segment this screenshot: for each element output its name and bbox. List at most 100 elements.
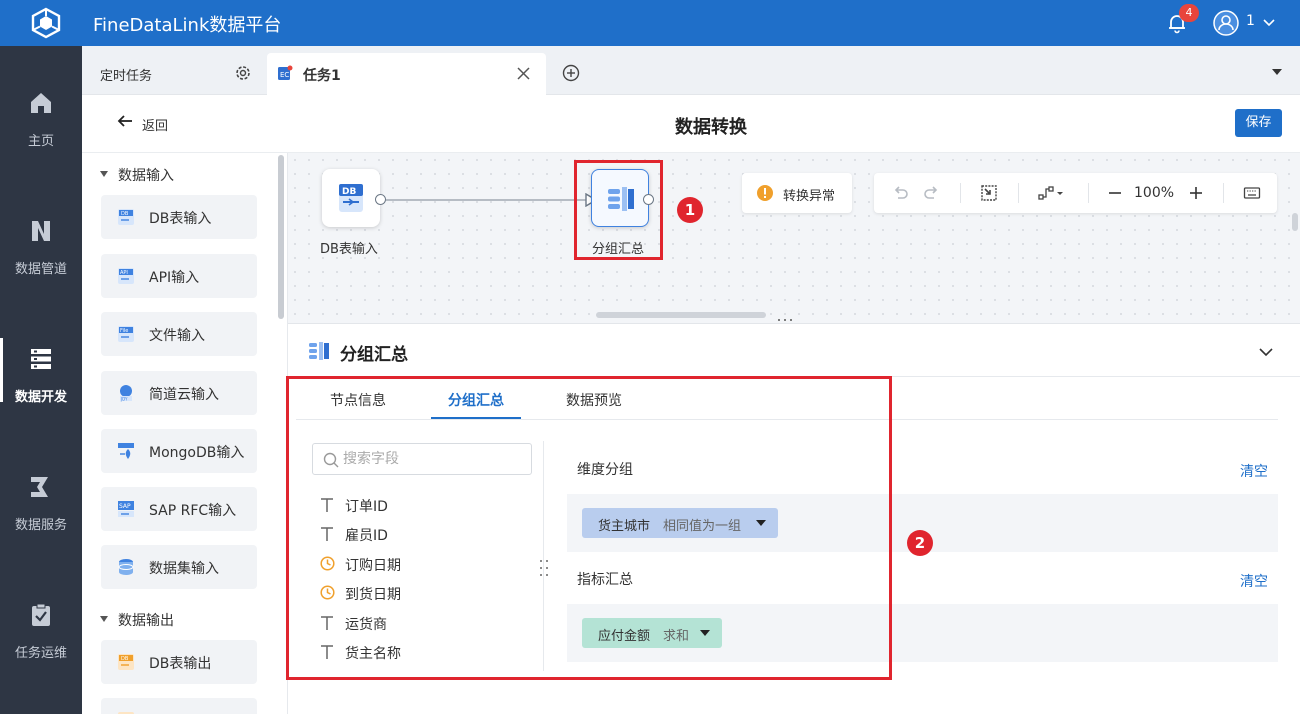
db-input-icon: DB [118, 209, 134, 225]
tab-task1[interactable]: EC 任务1 [267, 53, 546, 95]
palette-item-label: 文件输入 [149, 328, 205, 344]
collapse-triangle-icon [100, 171, 108, 177]
palette-item-label: DB表输出 [149, 656, 212, 672]
palette-item-label: SAP RFC输入 [149, 503, 237, 519]
palette-item-api-input[interactable]: API API输入 [101, 254, 257, 298]
zoom-out-icon[interactable] [1107, 184, 1123, 202]
node-output-port[interactable] [375, 194, 386, 205]
svg-text:EC: EC [280, 71, 289, 79]
side-nav: 主页 数据管道 数据开发 数据服务 任务运维 [0, 46, 82, 714]
canvas-horizontal-scrollbar[interactable] [596, 312, 766, 318]
nav-dev-label: 数据开发 [14, 390, 67, 405]
palette-item-sap-input[interactable]: SAP SAP RFC输入 [101, 487, 257, 531]
sap-input-icon: SAP [118, 501, 134, 517]
nav-home-label: 主页 [27, 134, 54, 149]
db-icon: DB [339, 184, 363, 212]
toolbar-divider [960, 183, 961, 203]
palette-item-label: DB表输入 [149, 211, 212, 227]
metric-clear-button[interactable]: 清空 [1240, 571, 1268, 591]
api-input-icon: API [118, 268, 134, 284]
nav-home[interactable]: 主页 [0, 90, 82, 170]
palette-item-label: 数据集输入 [149, 561, 219, 577]
layout-icon[interactable] [1037, 184, 1065, 202]
group-summary-icon [309, 342, 329, 360]
home-icon [31, 93, 51, 113]
nav-service[interactable]: 数据服务 [0, 474, 82, 554]
dimension-clear-button[interactable]: 清空 [1240, 461, 1268, 481]
nav-ops[interactable]: 任务运维 [0, 602, 82, 682]
tab-dropdown-icon[interactable] [1272, 68, 1282, 76]
chevron-down-icon[interactable] [1262, 16, 1276, 30]
user-name[interactable]: 1 [1246, 13, 1255, 29]
pipeline-icon [32, 221, 50, 241]
user-avatar-icon[interactable] [1213, 10, 1241, 36]
toolbar-divider [1223, 183, 1224, 203]
palette-item-mongodb-input[interactable]: MongoDB输入 [101, 429, 257, 473]
nav-pipeline[interactable]: 数据管道 [0, 218, 82, 298]
highlight-box-2 [286, 376, 892, 680]
zoom-level: 100% [1134, 185, 1175, 201]
palette-item-label: API输入 [149, 270, 200, 286]
flow-canvas[interactable]: DB DB表输入 分组汇总 1 转换异常 100% [288, 153, 1300, 327]
db-output-icon: DB [118, 654, 134, 670]
svg-text:File: File [120, 328, 128, 334]
palette-group-input-label: 数据输入 [118, 168, 174, 184]
nav-dev[interactable]: 数据开发 [0, 346, 82, 426]
config-panel-title: 分组汇总 [340, 345, 408, 365]
app-title: FineDataLink数据平台 [93, 15, 282, 36]
keyboard-icon[interactable] [1243, 184, 1261, 202]
transform-warning-button[interactable]: 转换异常 [742, 173, 852, 213]
mongodb-input-icon [118, 443, 134, 459]
service-icon [31, 477, 48, 497]
ops-icon [32, 603, 50, 626]
canvas-toolbar: 100% [874, 173, 1277, 213]
palette-item-partial[interactable] [101, 698, 257, 714]
dataset-input-icon [118, 559, 134, 575]
notification-badge: 4 [1179, 4, 1199, 22]
chevron-down-icon[interactable] [1258, 344, 1274, 360]
page-header: 返回 数据转换 保存 [82, 95, 1300, 153]
toolbar-divider [1088, 183, 1089, 203]
operator-palette: 数据输入 DB DB表输入 API API输入 File 文件输入 JDY 简道… [82, 153, 288, 714]
jdy-input-icon: JDY [120, 385, 132, 402]
svg-text:DB: DB [342, 187, 356, 197]
palette-group-input[interactable]: 数据输入 [100, 165, 174, 185]
palette-group-output[interactable]: 数据输出 [100, 610, 174, 630]
warning-icon [757, 185, 773, 201]
flow-edge[interactable] [386, 199, 586, 201]
palette-group-output-label: 数据输出 [118, 613, 174, 629]
palette-item-label: 简道云输入 [149, 387, 219, 403]
svg-text:DB: DB [121, 656, 129, 662]
redo-icon[interactable] [923, 184, 941, 202]
top-bar: FineDataLink数据平台 4 1 [0, 0, 1300, 46]
gear-icon[interactable] [234, 64, 252, 82]
palette-scrollbar[interactable] [278, 155, 284, 319]
save-button[interactable]: 保存 [1235, 109, 1282, 137]
close-icon[interactable] [516, 66, 531, 81]
palette-item-db-input[interactable]: DB DB表输入 [101, 195, 257, 239]
palette-item-db-output[interactable]: DB DB表输出 [101, 640, 257, 684]
palette-item-dataset-input[interactable]: 数据集输入 [101, 545, 257, 589]
palette-item-jdy-input[interactable]: JDY 简道云输入 [101, 371, 257, 415]
task-file-icon: EC [278, 65, 293, 80]
annotation-badge-1: 1 [677, 197, 703, 223]
toolbar-divider [1018, 183, 1019, 203]
zoom-in-icon[interactable] [1188, 184, 1204, 202]
tab-scheduled-tasks[interactable]: 定时任务 [100, 65, 152, 84]
transform-warning-label: 转换异常 [783, 189, 836, 204]
nav-pipeline-label: 数据管道 [14, 262, 67, 277]
add-tab-icon[interactable] [562, 64, 580, 82]
highlight-box-1 [574, 160, 663, 260]
canvas-vertical-scrollbar[interactable] [1292, 213, 1298, 231]
node-db-input[interactable]: DB [322, 169, 380, 227]
tab-bar: 定时任务 EC 任务1 [82, 46, 1300, 95]
svg-text:API: API [120, 270, 128, 276]
tab-task1-label: 任务1 [303, 68, 341, 84]
file-input-icon: File [118, 326, 134, 342]
undo-icon[interactable] [891, 184, 909, 202]
palette-item-file-input[interactable]: File 文件输入 [101, 312, 257, 356]
palette-item-label: MongoDB输入 [149, 445, 245, 461]
collapse-triangle-icon [100, 616, 108, 622]
fit-view-icon[interactable] [980, 184, 998, 202]
svg-text:JDY: JDY [120, 397, 128, 402]
